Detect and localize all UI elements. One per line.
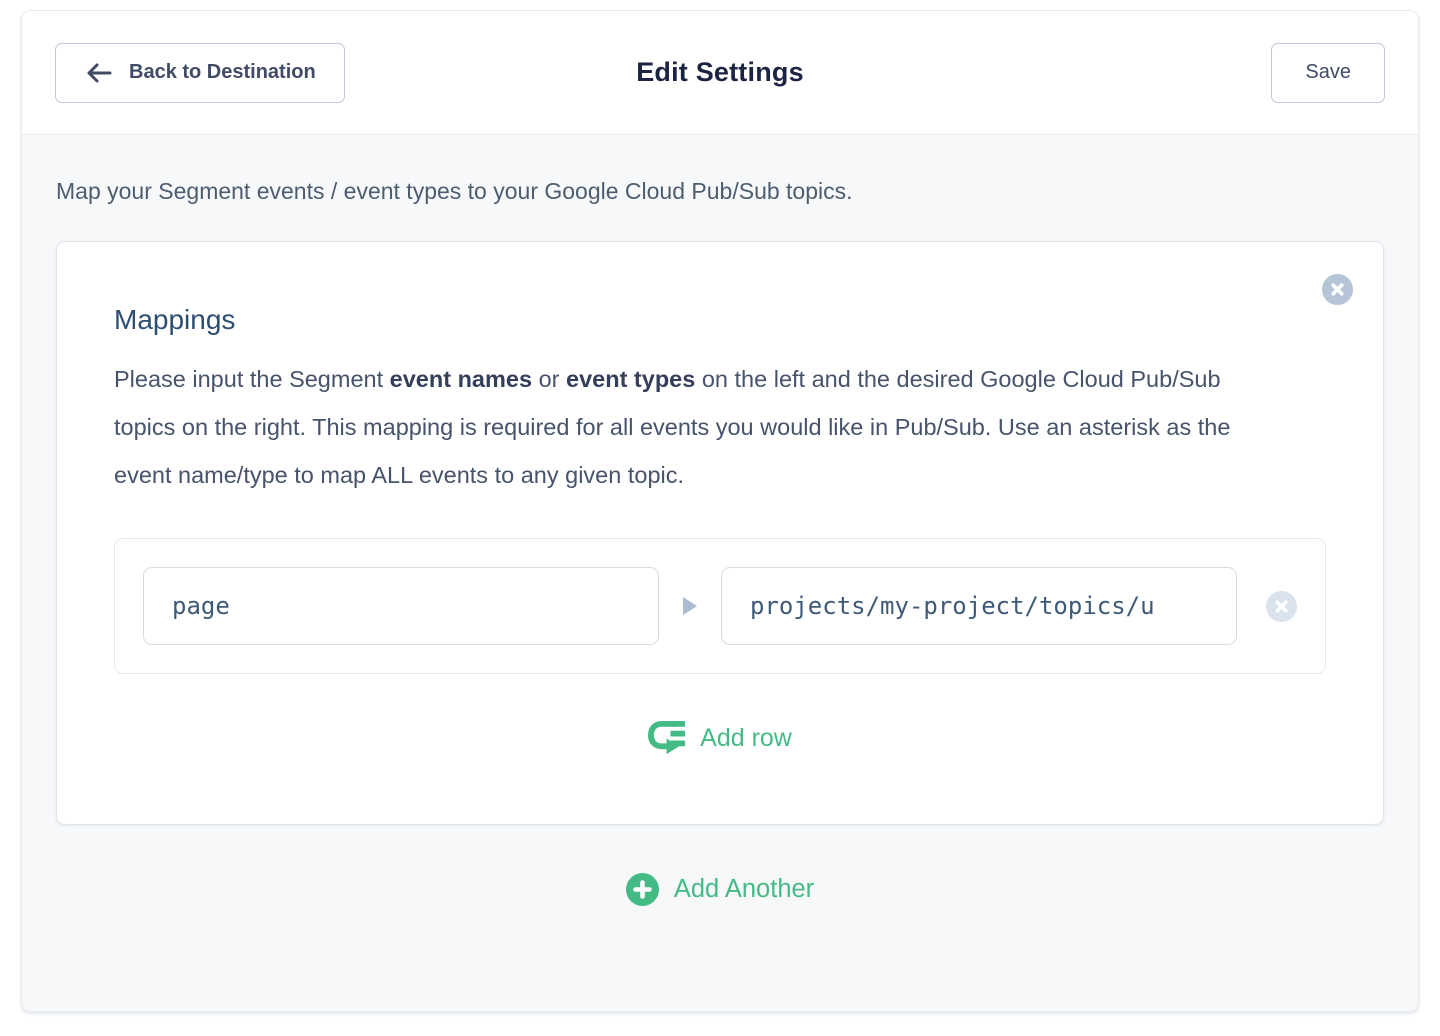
remove-row-button[interactable]: [1266, 591, 1297, 622]
description-text: Please input the Segment: [114, 366, 390, 392]
mapping-row: [114, 538, 1326, 674]
save-button[interactable]: Save: [1271, 43, 1385, 103]
description-bold-event-names: event names: [390, 366, 532, 392]
header: Back to Destination Edit Settings Save: [22, 11, 1418, 135]
add-row-label: Add row: [700, 724, 792, 753]
event-name-input[interactable]: [143, 567, 659, 645]
edit-settings-panel: Back to Destination Edit Settings Save M…: [21, 10, 1419, 1012]
add-row-button[interactable]: Add row: [114, 718, 1326, 758]
body: Map your Segment events / event types to…: [22, 178, 1418, 906]
add-another-button[interactable]: Add Another: [56, 873, 1384, 906]
back-button-label: Back to Destination: [129, 61, 316, 84]
mappings-card: Mappings Please input the Segment event …: [56, 241, 1384, 825]
topic-input[interactable]: [721, 567, 1237, 645]
remove-mappings-button[interactable]: [1322, 274, 1353, 305]
description-text: or: [532, 366, 566, 392]
arrow-right-icon: [683, 597, 697, 615]
add-another-label: Add Another: [674, 875, 814, 904]
close-icon: [1274, 599, 1289, 614]
mappings-description: Please input the Segment event names or …: [114, 355, 1284, 499]
description-bold-event-types: event types: [566, 366, 695, 392]
page-title: Edit Settings: [636, 57, 804, 88]
close-icon: [1330, 282, 1345, 297]
back-arrow-icon: [84, 61, 114, 85]
back-button[interactable]: Back to Destination: [55, 43, 345, 103]
insert-row-icon: [648, 718, 687, 758]
intro-text: Map your Segment events / event types to…: [56, 178, 1384, 205]
plus-icon: [626, 873, 659, 906]
mappings-title: Mappings: [114, 304, 1326, 336]
